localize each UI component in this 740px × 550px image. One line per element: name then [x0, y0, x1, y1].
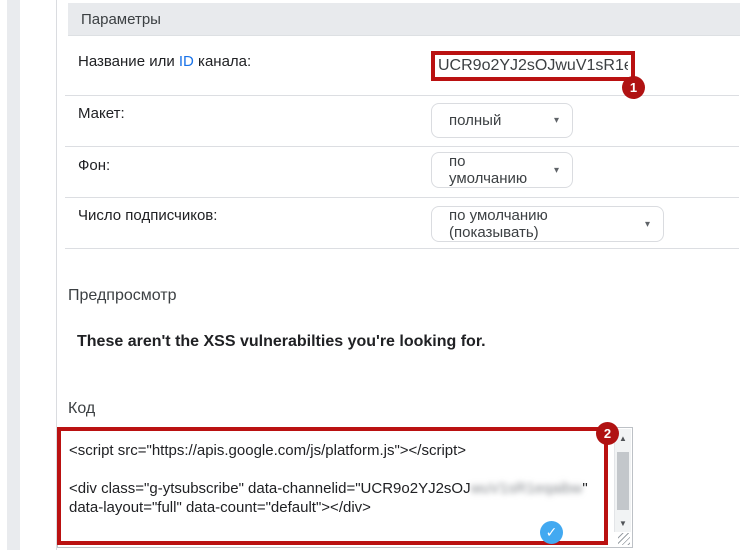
code-scrollbar[interactable]: ▲ ▼ [614, 429, 631, 532]
background-dropdown-value: по умолчанию [449, 153, 546, 187]
annotation-badge-2: 2 [596, 422, 619, 445]
background-dropdown[interactable]: по умолчанию ▾ [431, 152, 573, 188]
channel-id-label-suffix: канала: [194, 53, 251, 70]
id-link[interactable]: ID [179, 53, 194, 70]
row-divider [65, 248, 739, 249]
settings-page: Параметры Название или ID канала: 1 Маке… [0, 0, 740, 550]
layout-dropdown-value: полный [449, 112, 501, 129]
annotation-box-1 [431, 51, 635, 81]
subscriber-count-label: Число подписчиков: [78, 207, 217, 224]
scroll-down-button[interactable]: ▼ [615, 515, 631, 531]
background-label: Фон: [78, 157, 110, 174]
resize-handle-icon[interactable] [618, 533, 630, 545]
channel-id-input[interactable] [435, 55, 631, 77]
code-heading: Код [68, 400, 95, 418]
row-divider [65, 197, 739, 198]
verified-check-icon[interactable]: ✓ [540, 521, 563, 544]
layout-label: Макет: [78, 105, 125, 122]
row-divider [65, 146, 739, 147]
layout-dropdown[interactable]: полный ▾ [431, 103, 573, 138]
scroll-thumb[interactable] [617, 452, 629, 510]
check-glyph: ✓ [546, 524, 558, 541]
chevron-down-icon: ▾ [554, 165, 559, 176]
code-content[interactable]: <script src="https://apis.google.com/js/… [69, 441, 599, 541]
redacted-channel-id: wuV1sR1eqaibw [471, 480, 583, 497]
annotation-badge-2-number: 2 [604, 426, 611, 441]
subscriber-count-dropdown[interactable]: по умолчанию (показывать) ▾ [431, 206, 664, 242]
channel-id-label: Название или ID канала: [78, 53, 251, 70]
annotation-badge-1: 1 [622, 76, 645, 99]
code-script-line: <script src="https://apis.google.com/js/… [69, 442, 466, 459]
page-left-gutter [7, 0, 20, 550]
parameters-header: Параметры [68, 3, 740, 36]
annotation-badge-1-number: 1 [630, 80, 637, 95]
preview-heading: Предпросмотр [68, 287, 177, 305]
chevron-down-icon: ▾ [645, 219, 650, 230]
channel-id-label-prefix: Название или [78, 53, 179, 70]
preview-message: These aren't the XSS vulnerabilties you'… [77, 333, 486, 351]
parameters-header-title: Параметры [81, 11, 161, 28]
subscriber-count-dropdown-value: по умолчанию (показывать) [449, 207, 637, 241]
code-div-line-start: <div class="g-ytsubscribe" data-channeli… [69, 480, 471, 497]
chevron-down-icon: ▾ [554, 115, 559, 126]
